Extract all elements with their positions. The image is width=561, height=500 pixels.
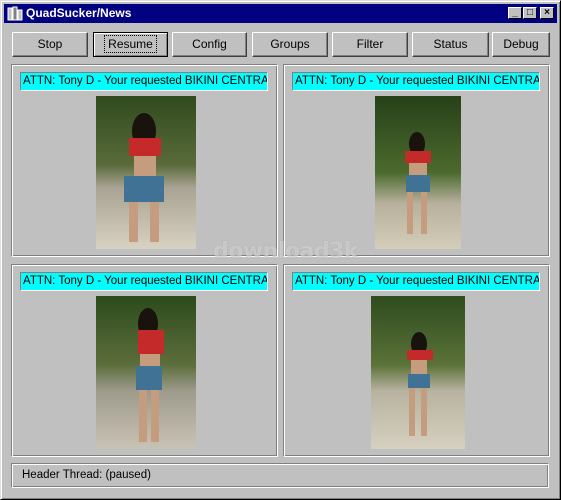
title-bar[interactable]: QuadSucker/News _ □ ×	[4, 4, 557, 23]
minimize-icon: _	[512, 7, 518, 18]
article-panel: ATTN: Tony D - Your requested BIKINI CEN…	[11, 64, 278, 257]
article-image[interactable]	[96, 296, 196, 449]
resume-button[interactable]: Resume	[93, 32, 168, 57]
article-caption: ATTN: Tony D - Your requested BIKINI CEN…	[292, 72, 540, 91]
debug-button[interactable]: Debug	[492, 32, 550, 57]
maximize-button[interactable]: □	[523, 7, 537, 19]
filter-button[interactable]: Filter	[332, 32, 408, 57]
status-text: Header Thread: (paused)	[22, 469, 151, 481]
status-bar: Header Thread: (paused)	[11, 463, 549, 488]
window-title: QuadSucker/News	[26, 6, 132, 20]
article-image[interactable]	[371, 296, 465, 449]
watermark: download3k	[213, 239, 359, 264]
app-window: QuadSucker/News _ □ × Stop Resume Config…	[0, 0, 561, 500]
article-caption: ATTN: Tony D - Your requested BIKINI CEN…	[20, 272, 268, 291]
groups-button[interactable]: Groups	[252, 32, 328, 57]
article-image[interactable]	[375, 96, 461, 249]
article-caption: ATTN: Tony D - Your requested BIKINI CEN…	[20, 72, 268, 91]
stop-button[interactable]: Stop	[12, 32, 88, 57]
article-panel: ATTN: Tony D - Your requested BIKINI CEN…	[11, 264, 278, 457]
maximize-icon: □	[526, 7, 534, 18]
article-caption: ATTN: Tony D - Your requested BIKINI CEN…	[292, 272, 540, 291]
close-button[interactable]: ×	[540, 7, 554, 19]
status-button[interactable]: Status	[412, 32, 489, 57]
article-panel: ATTN: Tony D - Your requested BIKINI CEN…	[283, 64, 550, 257]
article-image[interactable]	[96, 96, 196, 249]
article-panel: ATTN: Tony D - Your requested BIKINI CEN…	[283, 264, 550, 457]
app-icon	[7, 6, 23, 21]
config-button[interactable]: Config	[172, 32, 247, 57]
minimize-button[interactable]: _	[508, 7, 522, 19]
close-icon: ×	[544, 7, 550, 18]
